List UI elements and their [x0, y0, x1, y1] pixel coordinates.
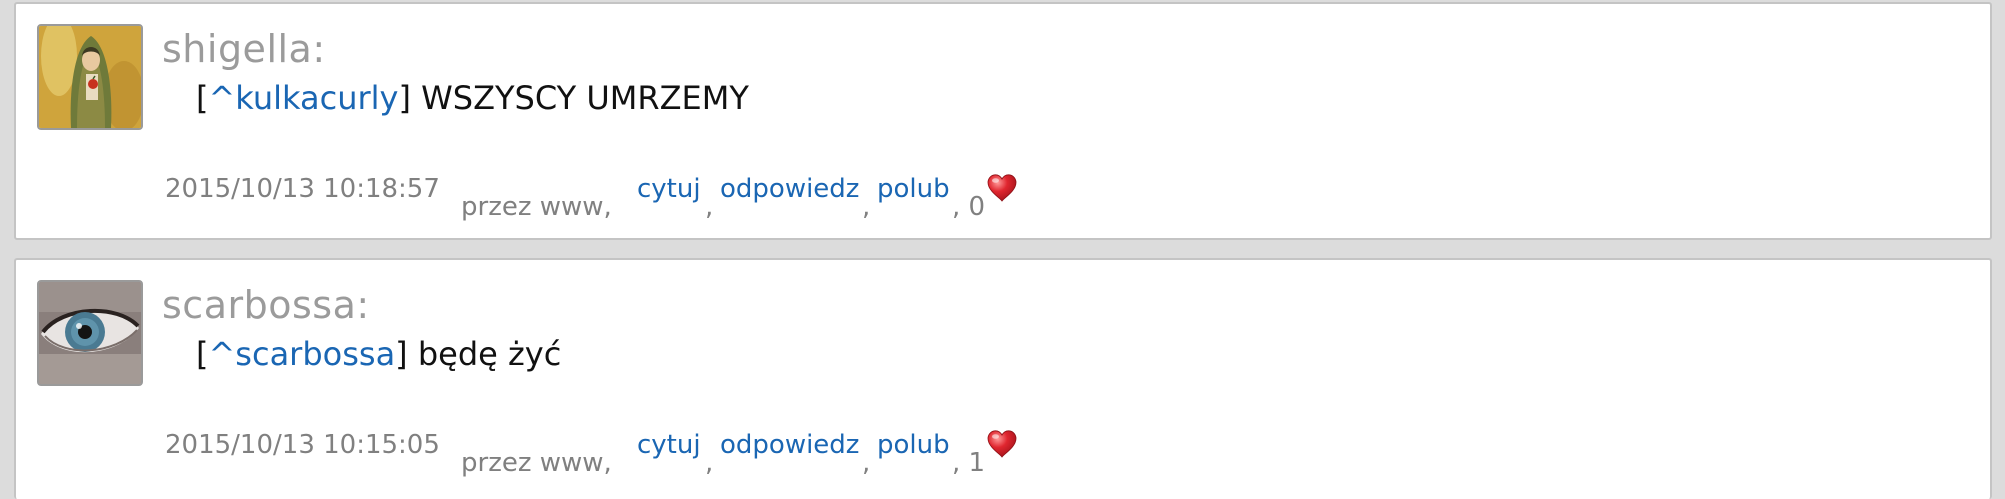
separator: ,	[862, 448, 871, 478]
reply-bracket-close: ]	[395, 335, 408, 373]
like-count: , 0	[952, 192, 986, 222]
user-avatar[interactable]	[37, 280, 143, 386]
comment-meta: 2015/10/13 10:15:05 przez www, cytuj , o…	[165, 428, 1065, 478]
comment-body: będę żyć	[407, 335, 562, 373]
like-link[interactable]: polub	[877, 428, 950, 462]
reply-link[interactable]: odpowiedz	[720, 428, 859, 462]
reply-bracket-close: ]	[398, 79, 411, 117]
eye-photo-avatar-icon	[39, 282, 141, 384]
comment-author[interactable]: shigella:	[162, 26, 326, 72]
user-avatar[interactable]	[37, 24, 143, 130]
separator: ,	[862, 192, 871, 222]
quote-link[interactable]: cytuj	[637, 428, 701, 462]
separator: ,	[705, 192, 714, 222]
comment-author[interactable]: scarbossa:	[162, 282, 370, 328]
comment-body: WSZYSCY UMRZEMY	[410, 79, 749, 117]
comment-timestamp: 2015/10/13 10:18:57	[165, 174, 440, 204]
like-count: , 1	[952, 448, 986, 478]
comment-meta: 2015/10/13 10:18:57 przez www, cytuj , o…	[165, 172, 1065, 222]
reply-bracket-open: [	[196, 79, 209, 117]
comment-source: przez www,	[461, 448, 612, 478]
comment-text: [^scarbossa] będę żyć	[196, 332, 561, 376]
separator: ,	[705, 448, 714, 478]
reply-to-link[interactable]: ^scarbossa	[208, 335, 395, 373]
comment-text: [^kulkacurly] WSZYSCY UMRZEMY	[196, 76, 749, 120]
heart-icon[interactable]	[987, 430, 1017, 458]
heart-icon[interactable]	[987, 174, 1017, 202]
comment-source: przez www,	[461, 192, 612, 222]
reply-link[interactable]: odpowiedz	[720, 172, 859, 206]
comment-card: scarbossa: [^scarbossa] będę żyć 2015/10…	[14, 258, 1992, 499]
reply-bracket-open: [	[196, 335, 209, 373]
comment-card: shigella: [^kulkacurly] WSZYSCY UMRZEMY …	[14, 2, 1992, 240]
quote-link[interactable]: cytuj	[637, 172, 701, 206]
reply-to-link[interactable]: ^kulkacurly	[208, 79, 398, 117]
woman-painting-avatar-icon	[39, 26, 141, 128]
like-link[interactable]: polub	[877, 172, 950, 206]
comment-timestamp: 2015/10/13 10:15:05	[165, 430, 440, 460]
